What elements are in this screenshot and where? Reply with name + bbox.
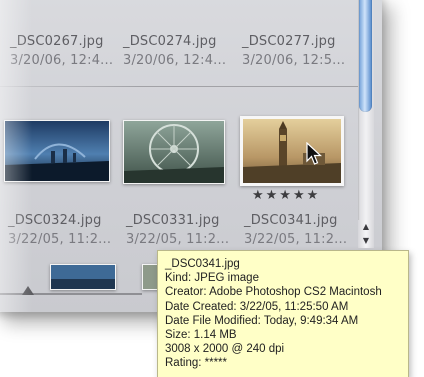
file-date: 3/22/05, 11:2... bbox=[244, 232, 348, 247]
thumbnail-size-slider-track[interactable] bbox=[0, 293, 142, 295]
file-info-tooltip: _DSC0341.jpg Kind: JPEG image Creator: A… bbox=[157, 250, 409, 377]
scroll-down-arrow-icon[interactable]: ▼ bbox=[358, 234, 374, 248]
tooltip-rating: Rating: ***** bbox=[165, 357, 228, 370]
rating-stars[interactable]: ★★★★★ bbox=[252, 188, 320, 203]
file-date: 3/20/06, 12:4... bbox=[123, 53, 227, 68]
row-divider bbox=[0, 86, 362, 87]
file-name: _DSC0277.jpg bbox=[242, 34, 336, 49]
tooltip-kind: Kind: JPEG image bbox=[165, 272, 259, 285]
file-name: _DSC0267.jpg bbox=[10, 34, 104, 49]
file-cell-dsc0331[interactable]: _DSC0331.jpg 3/22/05, 11:2... bbox=[126, 213, 238, 247]
thumbnail-dsc0331[interactable] bbox=[123, 120, 225, 184]
file-cell-dsc0324[interactable]: _DSC0324.jpg 3/22/05, 11:2... bbox=[8, 213, 120, 247]
file-name: _DSC0324.jpg bbox=[8, 213, 102, 228]
mouse-pointer-icon bbox=[306, 142, 322, 165]
scrollbar-thumb[interactable] bbox=[359, 0, 372, 112]
file-name: _DSC0341.jpg bbox=[244, 213, 338, 228]
file-name: _DSC0274.jpg bbox=[123, 34, 217, 49]
tooltip-filename: _DSC0341.jpg bbox=[165, 258, 240, 270]
file-date: 3/22/05, 11:2... bbox=[8, 232, 112, 247]
tooltip-size: Size: 1.14 MB bbox=[165, 329, 237, 342]
tooltip-date-created: Date Created: 3/22/05, 11:25:50 AM bbox=[165, 300, 349, 313]
tooltip-dimensions: 3008 x 2000 @ 240 dpi bbox=[165, 343, 285, 356]
file-date: 3/20/06, 12:5... bbox=[242, 53, 346, 68]
file-date: 3/20/06, 12:4... bbox=[10, 53, 114, 68]
file-cell-dsc0341[interactable]: _DSC0341.jpg 3/22/05, 11:2... bbox=[244, 213, 356, 247]
thumbnail-row3-1[interactable] bbox=[50, 264, 116, 290]
scroll-up-arrow-icon[interactable]: ▲ bbox=[358, 220, 374, 234]
file-date: 3/22/05, 11:2... bbox=[126, 232, 230, 247]
file-cell-dsc0274[interactable]: _DSC0274.jpg 3/20/06, 12:4... bbox=[123, 34, 235, 68]
file-name: _DSC0331.jpg bbox=[126, 213, 220, 228]
screenshot-stage: _DSC0267.jpg 3/20/06, 12:4... _DSC0274.j… bbox=[0, 0, 424, 377]
tooltip-date-modified: Date File Modified: Today, 9:49:34 AM bbox=[165, 314, 359, 327]
thumbnail-size-slider-knob[interactable] bbox=[22, 286, 34, 295]
thumbnail-dsc0324[interactable] bbox=[4, 120, 110, 182]
file-cell-dsc0267[interactable]: _DSC0267.jpg 3/20/06, 12:4... bbox=[10, 34, 122, 68]
tooltip-creator: Creator: Adobe Photoshop CS2 Macintosh bbox=[165, 286, 382, 299]
thumbnail-dsc0341-selected[interactable] bbox=[240, 116, 344, 186]
file-cell-dsc0277[interactable]: _DSC0277.jpg 3/20/06, 12:5... bbox=[242, 34, 354, 68]
